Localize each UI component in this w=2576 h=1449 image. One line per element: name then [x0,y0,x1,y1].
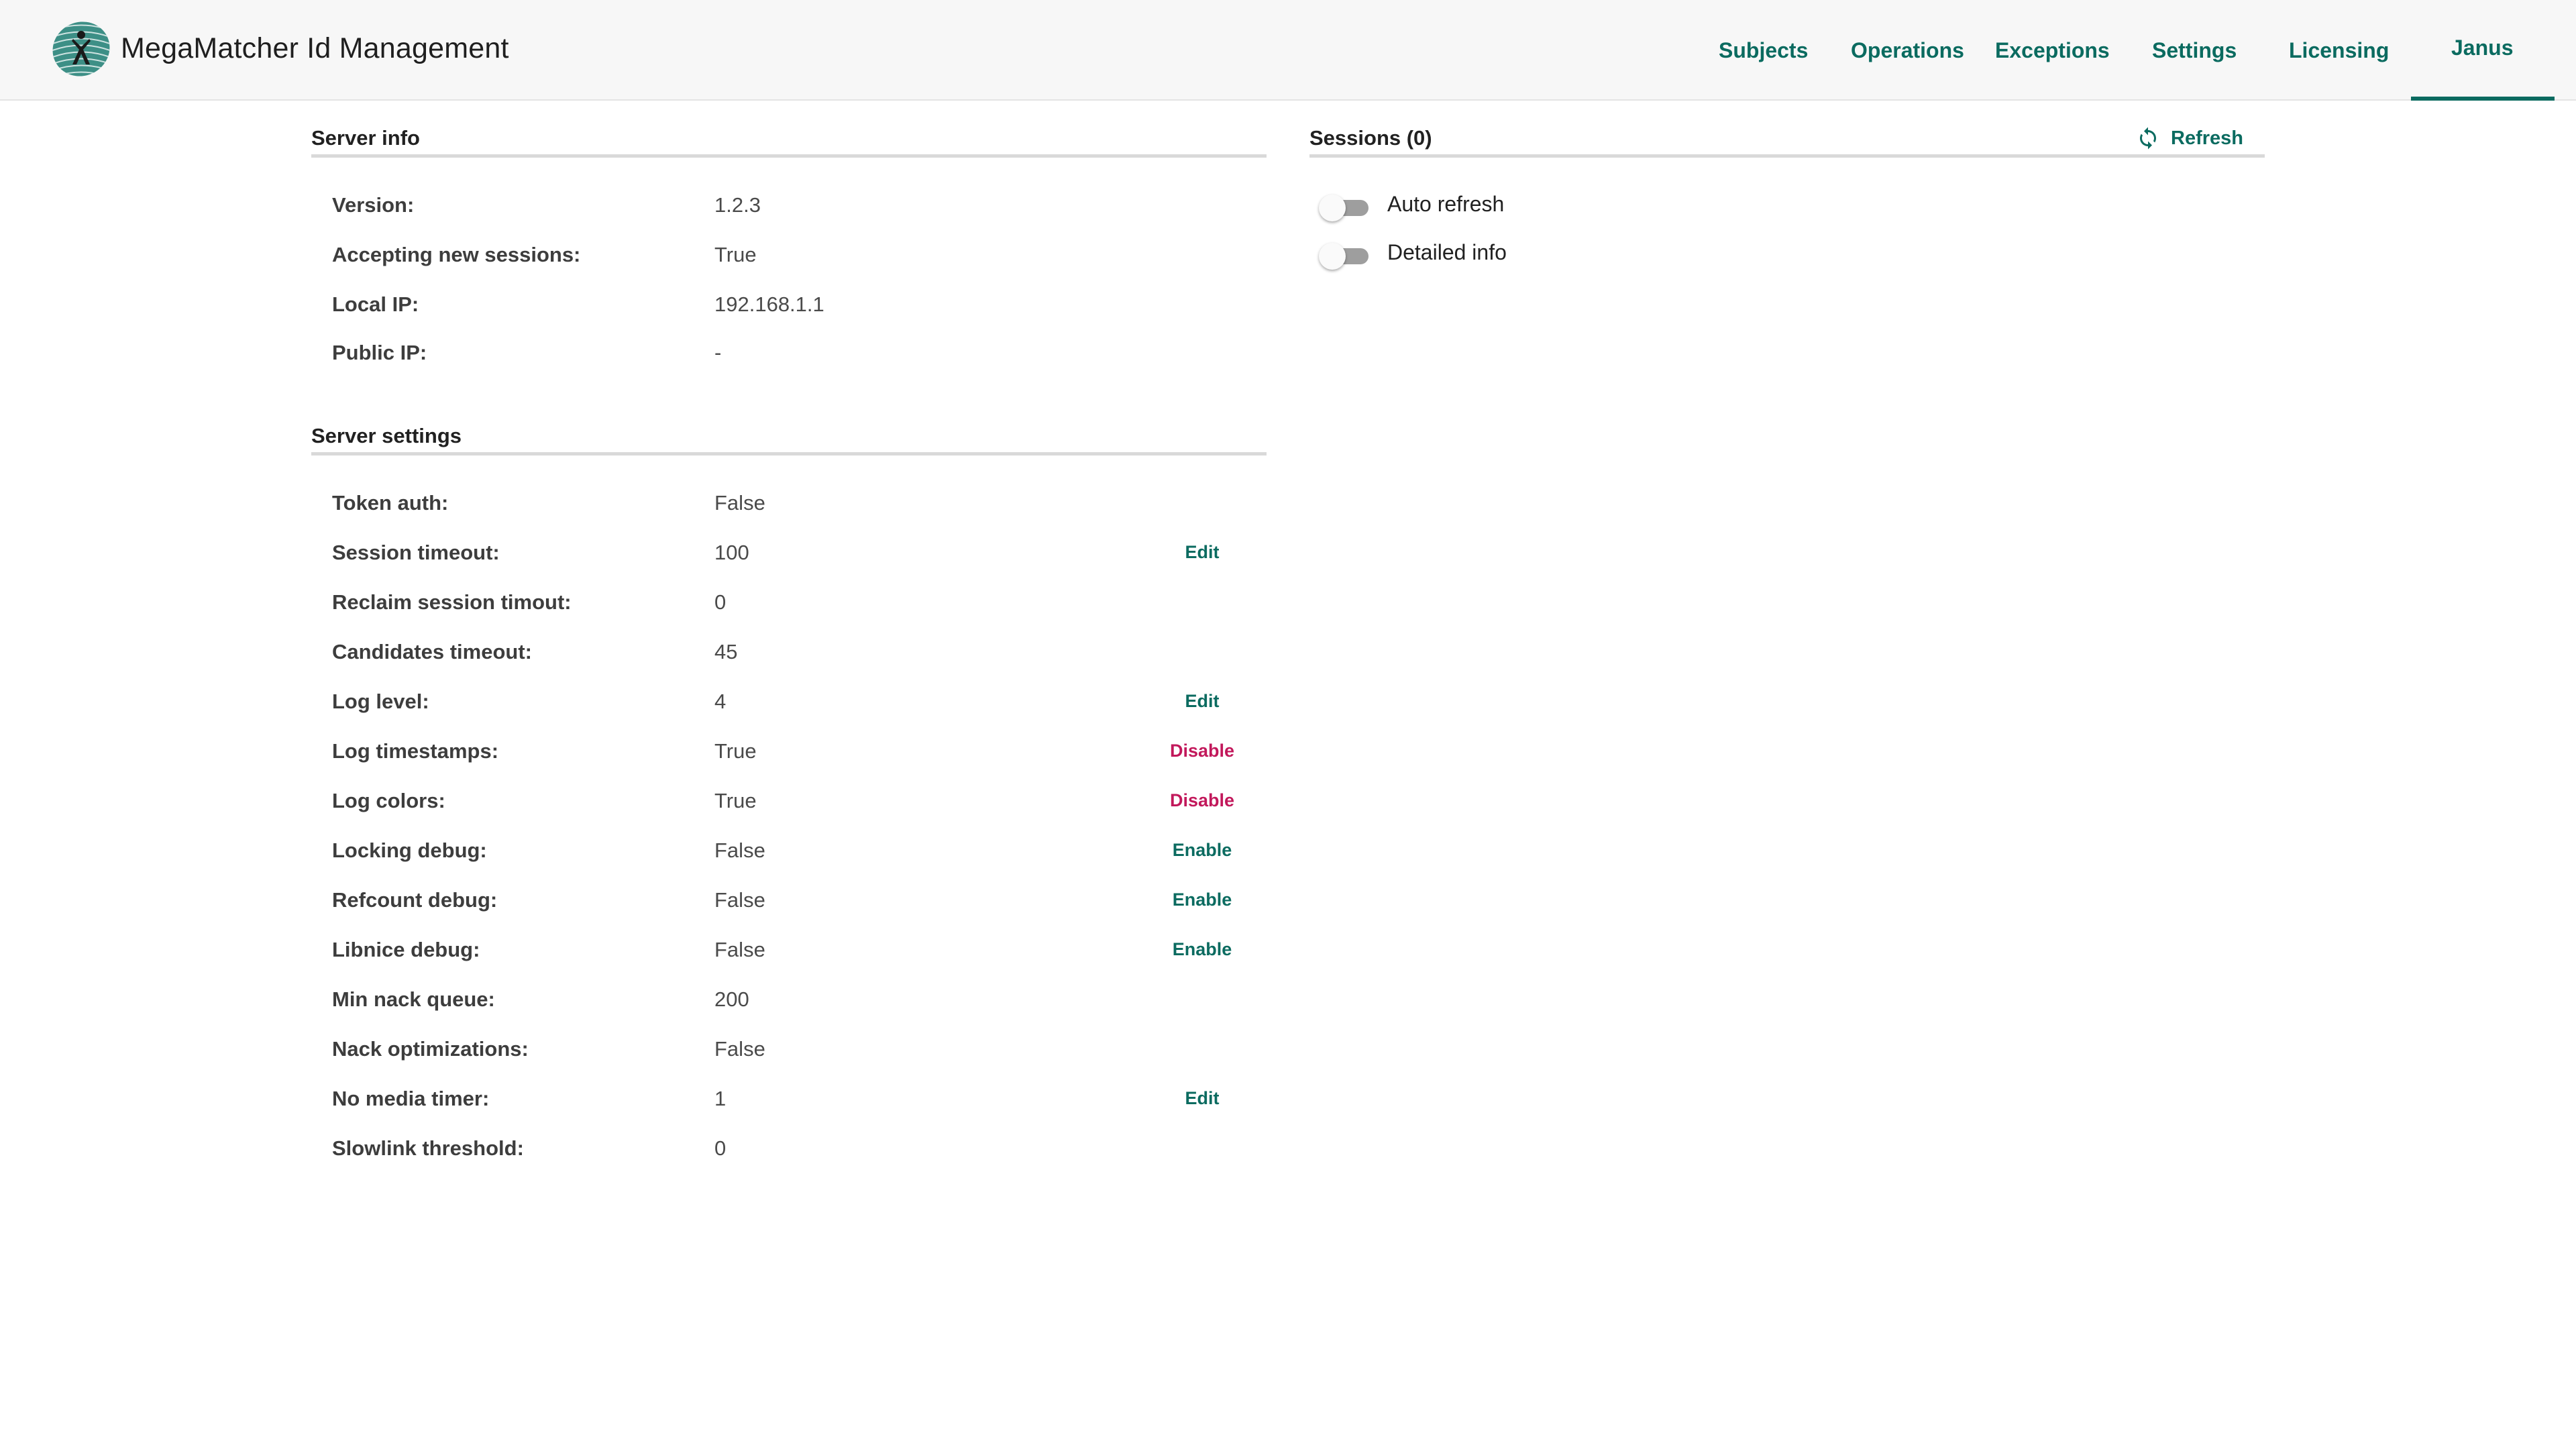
refcount-debug-enable-button[interactable]: Enable [1162,890,1242,910]
setting-label-log-timestamps: Log timestamps: [332,739,499,763]
top-app-bar: MegaMatcher Id Management Subjects Opera… [0,0,2576,101]
setting-value-min-nack-queue: 200 [714,987,749,1011]
libnice-debug-enable-button[interactable]: Enable [1162,939,1242,960]
info-value-public-ip: - [714,341,722,364]
setting-value-candidates-timeout: 45 [714,640,738,663]
megamatcher-logo-icon [51,21,111,78]
auto-refresh-label: Auto refresh [1387,192,1505,216]
nav-tab-subjects[interactable]: Subjects [1719,0,1808,101]
nav-tab-licensing[interactable]: Licensing [2289,0,2389,101]
toggle-thumb [1319,195,1346,221]
info-label-accepting-sessions: Accepting new sessions: [332,243,581,266]
setting-value-log-level: 4 [714,690,727,713]
active-tab-indicator [2411,97,2555,101]
info-label-public-ip: Public IP: [332,341,427,364]
setting-value-refcount-debug: False [714,888,765,912]
setting-label-nack-optimizations: Nack optimizations: [332,1037,529,1061]
auto-refresh-toggle[interactable] [1319,192,1373,221]
toggle-thumb [1319,243,1346,270]
info-value-accepting-sessions: True [714,243,757,266]
setting-label-refcount-debug: Refcount debug: [332,888,498,912]
session-timeout-edit-button[interactable]: Edit [1162,542,1242,563]
nav-tab-operations[interactable]: Operations [1851,0,1964,101]
setting-label-log-colors: Log colors: [332,789,445,812]
locking-debug-enable-button[interactable]: Enable [1162,840,1242,861]
setting-label-log-level: Log level: [332,690,429,713]
sessions-title: Sessions (0) [1309,126,1432,150]
setting-value-locking-debug: False [714,839,765,862]
nav-tab-janus[interactable]: Janus [2451,0,2513,101]
setting-value-libnice-debug: False [714,938,765,961]
info-label-version: Version: [332,193,415,217]
log-colors-disable-button[interactable]: Disable [1162,790,1242,811]
setting-value-token-auth: False [714,491,765,515]
nav-tab-exceptions[interactable]: Exceptions [1995,0,2110,101]
setting-value-log-colors: True [714,789,757,812]
detailed-info-toggle[interactable] [1319,240,1373,270]
info-value-version: 1.2.3 [714,193,761,217]
server-info-divider [311,154,1267,158]
setting-label-locking-debug: Locking debug: [332,839,487,862]
setting-value-reclaim-session-timeout: 0 [714,590,727,614]
nav-tab-settings[interactable]: Settings [2152,0,2237,101]
setting-label-token-auth: Token auth: [332,491,449,515]
refresh-button[interactable]: Refresh [2136,123,2243,153]
server-info-title: Server info [311,126,420,150]
log-level-edit-button[interactable]: Edit [1162,691,1242,712]
setting-label-session-timeout: Session timeout: [332,541,500,564]
setting-value-slowlink-threshold: 0 [714,1136,727,1160]
setting-label-candidates-timeout: Candidates timeout: [332,640,532,663]
setting-label-slowlink-threshold: Slowlink threshold: [332,1136,524,1160]
detailed-info-label: Detailed info [1387,240,1507,264]
setting-value-log-timestamps: True [714,739,757,763]
setting-value-no-media-timer: 1 [714,1087,727,1110]
app-title: MegaMatcher Id Management [121,32,509,64]
refresh-icon [2140,127,2156,150]
log-timestamps-disable-button[interactable]: Disable [1162,741,1242,761]
refresh-label: Refresh [2171,127,2243,149]
sessions-divider [1309,154,2265,158]
no-media-timer-edit-button[interactable]: Edit [1162,1088,1242,1109]
setting-label-no-media-timer: No media timer: [332,1087,490,1110]
setting-label-min-nack-queue: Min nack queue: [332,987,495,1011]
setting-value-nack-optimizations: False [714,1037,765,1061]
server-settings-title: Server settings [311,424,462,447]
setting-value-session-timeout: 100 [714,541,749,564]
setting-label-libnice-debug: Libnice debug: [332,938,480,961]
info-value-local-ip: 192.168.1.1 [714,292,824,316]
server-settings-divider [311,452,1267,455]
info-label-local-ip: Local IP: [332,292,419,316]
setting-label-reclaim-session-timeout: Reclaim session timout: [332,590,572,614]
